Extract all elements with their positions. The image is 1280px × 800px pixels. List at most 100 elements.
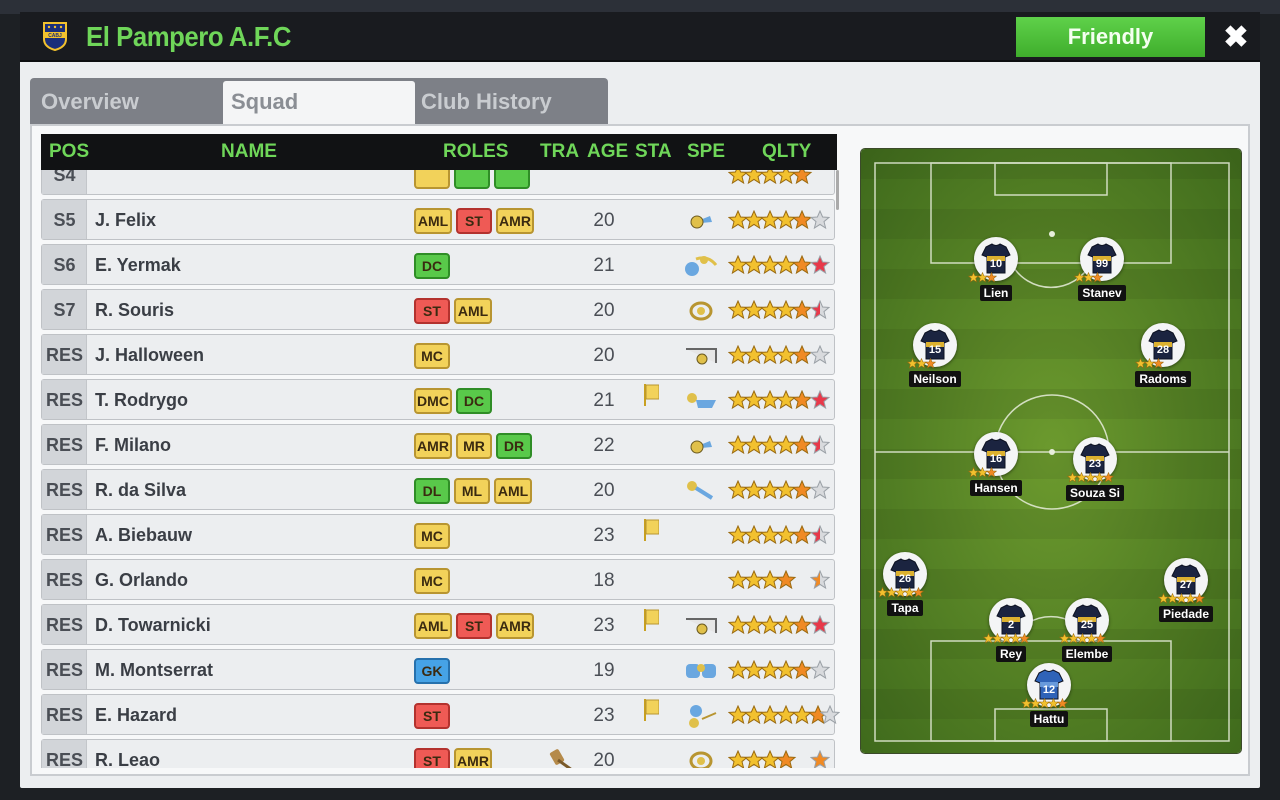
jersey-number: 23 bbox=[1089, 458, 1101, 470]
table-row[interactable]: S5 J. Felix AML ST AMR 20 bbox=[41, 199, 835, 240]
player-name: Radoms bbox=[1135, 371, 1191, 387]
table-row[interactable]: S7 R. Souris ST AML 20 bbox=[41, 289, 835, 330]
status-flag-icon bbox=[644, 609, 659, 631]
role-badge: AMR bbox=[414, 433, 452, 459]
potential-star-icon bbox=[810, 570, 830, 590]
row-pos: RES bbox=[45, 345, 83, 365]
table-row[interactable]: RES R. Leao ST AMR 20 bbox=[41, 739, 835, 768]
status-flag-icon bbox=[644, 699, 659, 721]
tab-squad[interactable]: Squad bbox=[223, 81, 415, 126]
jersey-number: 26 bbox=[899, 573, 911, 585]
potential-star-icon bbox=[810, 390, 830, 410]
col-sta[interactable]: STA bbox=[635, 141, 672, 163]
player-stars bbox=[967, 465, 1024, 478]
role-badge: AMR bbox=[496, 208, 534, 234]
player-stars bbox=[876, 585, 933, 598]
table-row[interactable]: RES J. Halloween MC 20 bbox=[41, 334, 835, 375]
row-pos: S5 bbox=[53, 210, 76, 230]
role-badge bbox=[454, 170, 490, 189]
row-age: 20 bbox=[593, 300, 615, 321]
row-pos: S6 bbox=[53, 255, 76, 275]
jersey-number: 25 bbox=[1081, 619, 1093, 631]
role-badge: ML bbox=[454, 478, 490, 504]
col-spe[interactable]: SPE bbox=[687, 141, 725, 163]
row-name: E. Hazard bbox=[95, 705, 178, 725]
row-age: 20 bbox=[593, 750, 615, 768]
table-row[interactable]: RES A. Biebauw MC 23 bbox=[41, 514, 835, 555]
player-stars bbox=[1073, 270, 1130, 283]
table-row[interactable]: RES F. Milano AMR MR DR 22 bbox=[41, 424, 835, 465]
role-badge: AMR bbox=[496, 613, 534, 639]
speciality-gloves-icon bbox=[682, 656, 720, 684]
speciality-target-icon bbox=[682, 296, 720, 324]
col-qlty[interactable]: QLTY bbox=[762, 141, 811, 163]
player-stars bbox=[906, 356, 963, 369]
col-name[interactable]: NAME bbox=[221, 141, 277, 163]
role-badge: ST bbox=[456, 208, 492, 234]
table-row[interactable]: RES T. Rodrygo DMC DC 21 bbox=[41, 379, 835, 420]
role-badge: ST bbox=[456, 613, 492, 639]
close-icon[interactable]: ✖ bbox=[1216, 20, 1256, 56]
player-stars bbox=[967, 270, 1024, 283]
potential-star-icon bbox=[810, 255, 830, 275]
col-tra[interactable]: TRA bbox=[540, 141, 579, 163]
speciality-dribble-icon bbox=[682, 701, 720, 729]
potential-star-icon bbox=[810, 660, 830, 680]
player-stars bbox=[1066, 470, 1123, 483]
role-badge: MC bbox=[414, 568, 450, 594]
player-stars bbox=[982, 631, 1039, 644]
player-name: Tapa bbox=[887, 600, 923, 616]
col-pos[interactable]: POS bbox=[49, 141, 89, 163]
row-age: 23 bbox=[593, 615, 615, 636]
player-name: Neilson bbox=[909, 371, 961, 387]
row-age: 23 bbox=[593, 525, 615, 546]
team-name: El Pampero A.F.C bbox=[86, 21, 291, 52]
row-age: 22 bbox=[593, 435, 615, 456]
row-name: F. Milano bbox=[95, 435, 171, 455]
role-badge: ST bbox=[414, 703, 450, 729]
row-name: R. da Silva bbox=[95, 480, 187, 500]
potential-star-icon bbox=[810, 480, 830, 500]
row-pos: RES bbox=[45, 660, 83, 680]
role-badge: MR bbox=[456, 433, 492, 459]
quality-stars bbox=[727, 704, 829, 725]
row-pos: S7 bbox=[53, 300, 76, 320]
role-badge: ST bbox=[414, 748, 450, 768]
table-row[interactable]: S4 bbox=[41, 170, 835, 195]
tab-bar: Overview Squad Club History bbox=[30, 78, 608, 126]
row-name: T. Rodrygo bbox=[95, 390, 188, 410]
speciality-goal-icon bbox=[682, 341, 720, 369]
friendly-button[interactable]: Friendly bbox=[1016, 17, 1205, 57]
row-name: R. Leao bbox=[95, 750, 161, 768]
col-roles[interactable]: ROLES bbox=[443, 141, 508, 163]
table-row[interactable]: RES R. da Silva DL ML AML 20 bbox=[41, 469, 835, 510]
row-name: E. Yermak bbox=[95, 255, 181, 275]
row-pos: RES bbox=[45, 480, 83, 500]
role-badge: AML bbox=[414, 613, 452, 639]
crest-text: CABJ bbox=[48, 33, 62, 39]
table-row[interactable]: RES M. Montserrat GK 19 bbox=[41, 649, 835, 690]
potential-star-icon bbox=[810, 345, 830, 365]
table-row[interactable]: RES E. Hazard ST 23 bbox=[41, 694, 840, 735]
jersey-number: 15 bbox=[929, 344, 941, 356]
player-stars bbox=[1134, 356, 1191, 369]
tab-club-history[interactable]: Club History bbox=[413, 81, 605, 126]
jersey-number: 27 bbox=[1180, 579, 1192, 591]
tab-overview[interactable]: Overview bbox=[33, 81, 225, 126]
col-age[interactable]: AGE bbox=[587, 141, 628, 163]
player-name: Rey bbox=[995, 646, 1026, 662]
table-row[interactable]: S6 E. Yermak DC 21 bbox=[41, 244, 835, 285]
speciality-target-icon bbox=[682, 746, 720, 768]
jersey-number: 2 bbox=[1008, 619, 1014, 631]
player-stars bbox=[1020, 696, 1077, 709]
player-name: Hansen bbox=[970, 480, 1022, 496]
squad-list[interactable]: S4 S5 J. Felix AML ST AMR 20 S6 E. Yermak DC 21 S7 R… bbox=[40, 170, 840, 768]
club-crest-icon: CABJ bbox=[43, 22, 67, 51]
row-age: 23 bbox=[593, 705, 615, 726]
squad-scrollbar[interactable] bbox=[836, 170, 839, 210]
table-row[interactable]: RES D. Towarnicki AML ST AMR 23 bbox=[41, 604, 835, 645]
jersey-number: 12 bbox=[1043, 684, 1055, 696]
table-row[interactable]: RES G. Orlando MC 18 bbox=[41, 559, 835, 600]
role-badge: AMR bbox=[454, 748, 492, 768]
player-name: Elembe bbox=[1061, 646, 1113, 662]
